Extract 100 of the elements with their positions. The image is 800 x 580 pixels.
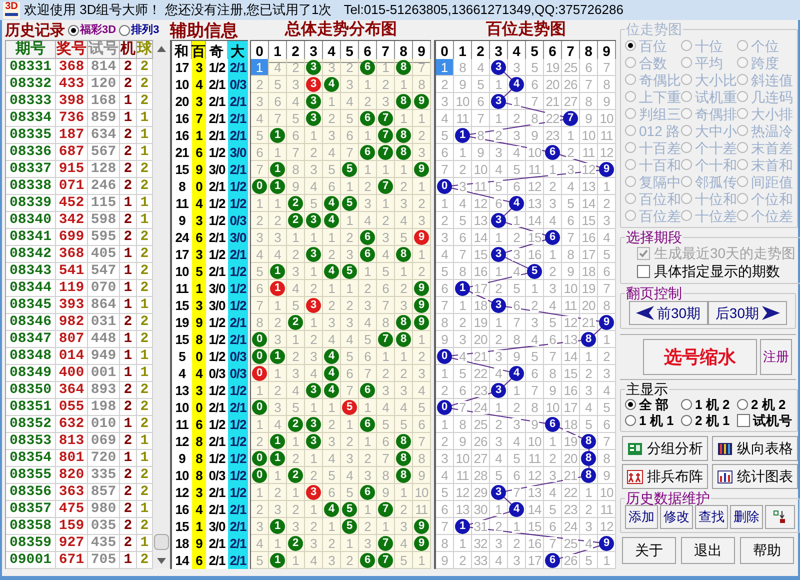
miss-count: 1 [305, 127, 323, 144]
miss-count: 7 [287, 144, 305, 161]
miss-count: 2 [413, 127, 431, 144]
maintenance-button[interactable]: 修改 [660, 505, 693, 529]
miss-count: 2 [548, 452, 557, 464]
scroll-up-icon[interactable] [157, 46, 166, 52]
miss-count: 3 [395, 518, 413, 535]
footer-button[interactable]: 帮助 [740, 537, 794, 564]
period-number: 08344 [6, 280, 56, 297]
miss-count: 5 [269, 76, 287, 93]
miss-count: 9 [458, 78, 467, 90]
scroll-thumb[interactable] [154, 534, 169, 550]
trial-checkbox[interactable]: 试机号 [737, 412, 793, 428]
big-small-ratio: 1/2 [228, 416, 248, 433]
scrollbar[interactable] [153, 40, 170, 568]
miss-count: 27 [562, 94, 578, 108]
display-radio[interactable]: 2 机 1 [681, 412, 737, 428]
tool-button[interactable]: 统计图表 [712, 464, 798, 489]
display-radio[interactable]: 2 机 2 [737, 396, 793, 412]
miss-count: 8 [377, 314, 395, 331]
highlighted-cell[interactable]: 1 [436, 59, 454, 76]
miss-count: 4 [458, 350, 467, 362]
miss-count: 15 [526, 520, 542, 532]
miss-count: 5 [323, 161, 341, 178]
display-radio[interactable]: 1 机 1 [625, 412, 681, 428]
miss-count: 2 [377, 212, 395, 229]
footer-button[interactable]: 关于 [622, 537, 676, 564]
miss-count: 2 [494, 418, 503, 430]
miss-count: 3 [494, 536, 503, 550]
period-number: 08334 [6, 110, 56, 127]
machine-number: 1 [120, 263, 137, 280]
miss-count: 26 [562, 554, 578, 566]
winning-number: 342 [56, 212, 88, 229]
miss-count: 4 [494, 366, 503, 380]
footer-button[interactable]: 退出 [681, 537, 735, 564]
tool-button[interactable]: 分组分析 [622, 436, 708, 461]
miss-count: 11 [455, 112, 470, 124]
big-small-ratio: 3/0 [228, 229, 248, 246]
miss-count: 5 [251, 127, 269, 144]
highlighted-cell[interactable]: 1 [251, 59, 269, 76]
display-radio[interactable]: 全 部 [625, 396, 681, 412]
period-checkbox[interactable]: 具体指定显示的期数 [625, 262, 796, 280]
miss-count: 22 [544, 112, 560, 124]
period-number: 08341 [6, 229, 56, 246]
winning-number: 982 [56, 314, 88, 331]
miss-count: 17 [580, 248, 596, 260]
miss-count: 5 [341, 348, 359, 365]
page-button[interactable]: 后30期 [708, 301, 787, 325]
winning-number: 159 [56, 518, 88, 535]
maintenance-button[interactable]: 添加 [625, 505, 658, 529]
miss-count: 5 [287, 297, 305, 314]
machine-number: 1 [120, 365, 137, 382]
miss-count: 8 [458, 264, 467, 278]
miss-count: 3 [548, 282, 557, 294]
big-small-ratio: 1/2 [228, 467, 248, 484]
filter-button[interactable]: 选号缩水 [643, 339, 757, 375]
maintenance-button[interactable]: 删除 [730, 505, 763, 529]
chart-title: 百位走势图 [486, 22, 566, 38]
miss-count: 12 [472, 196, 488, 210]
scroll-down-icon[interactable] [157, 558, 166, 564]
tool-button[interactable]: 纵向表格 [712, 436, 798, 461]
winning-number: 364 [56, 382, 88, 399]
hundreds-digit: 4 [192, 195, 206, 212]
miss-count: 2 [494, 332, 503, 346]
winning-number: 393 [56, 297, 88, 314]
miss-count: 7 [377, 450, 395, 467]
group-title: 选择期段 [625, 230, 683, 244]
miss-count: 4 [323, 450, 341, 467]
miss-count: 5 [341, 110, 359, 127]
miss-count: 1 [377, 161, 395, 178]
period-number: 08337 [6, 161, 56, 178]
miss-count: 6 [440, 502, 449, 516]
miss-count: 4 [440, 248, 449, 260]
miss-count: 19 [580, 282, 596, 294]
miss-count: 4 [377, 399, 395, 416]
machine-number: 2 [120, 501, 137, 518]
period-number: 08336 [6, 144, 56, 161]
page-button[interactable]: 前30期 [629, 301, 708, 325]
winning-number: 699 [56, 229, 88, 246]
miss-count: 5 [305, 195, 323, 212]
trial-number: 598 [88, 212, 120, 229]
miss-count: 2 [287, 59, 305, 76]
miss-count: 2 [440, 214, 449, 226]
register-button[interactable]: 注册 [760, 339, 792, 375]
import-button[interactable] [765, 505, 795, 529]
hundreds-digit: 3 [192, 246, 206, 263]
miss-count: 4 [602, 230, 611, 244]
miss-count: 1 [494, 112, 503, 124]
miss-count: 1 [341, 178, 359, 195]
miss-count: 23 [544, 128, 560, 142]
winning-number: 055 [56, 399, 88, 416]
lottery-radio[interactable]: 福彩3D [68, 24, 116, 36]
tool-button[interactable]: 排兵布阵 [622, 464, 708, 489]
maintenance-button[interactable]: 查找 [695, 505, 728, 529]
machine-number: 2 [120, 484, 137, 501]
miss-count: 16 [472, 264, 488, 278]
lottery-radio[interactable]: 排列3 [119, 24, 160, 36]
miss-count: 1 [512, 384, 521, 396]
miss-count: 1 [530, 282, 539, 294]
display-radio[interactable]: 1 机 2 [681, 396, 737, 412]
